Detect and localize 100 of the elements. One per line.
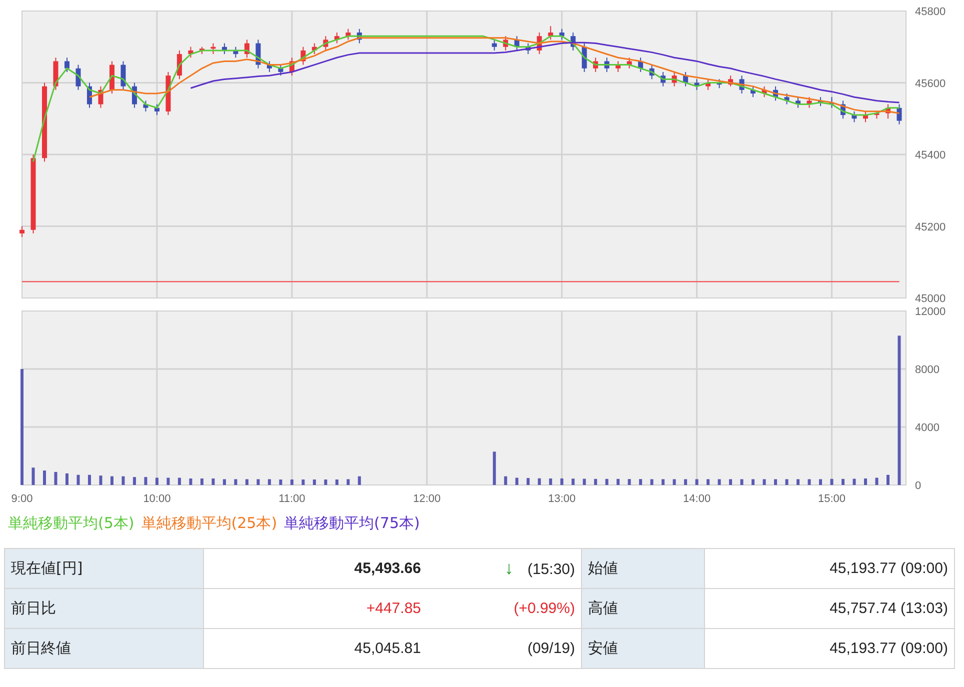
axis-label: 9:00: [11, 493, 33, 505]
candlestick: [536, 32, 542, 55]
candlestick: [683, 72, 688, 87]
axis-label: 12:00: [413, 493, 441, 505]
volume-bar: [718, 479, 721, 485]
volume-bar: [819, 479, 822, 485]
price-value: +447.85: [366, 600, 421, 617]
candlestick: [796, 96, 801, 108]
candlestick: [514, 36, 520, 51]
candlestick: [728, 75, 734, 87]
candlestick: [76, 64, 81, 90]
candlestick: [750, 86, 756, 98]
volume-bar: [864, 478, 867, 485]
volume-bar: [88, 474, 91, 485]
volume-bar: [212, 478, 215, 485]
volume-bar: [358, 476, 361, 485]
candlestick: [582, 42, 587, 72]
candlestick: [356, 28, 362, 44]
candlestick: [773, 86, 778, 102]
volume-bar: [234, 479, 238, 485]
volume-bar: [695, 479, 698, 485]
row-label: 安値: [588, 639, 618, 657]
axis-label: 45800: [915, 6, 946, 18]
candlestick: [604, 57, 610, 72]
candlestick: [638, 57, 644, 72]
volume-bar: [178, 478, 181, 485]
volume-bar: [312, 480, 316, 485]
candlestick: [806, 96, 812, 108]
candlestick: [244, 39, 250, 58]
legend-label: 単純移動平均(25本): [141, 514, 278, 534]
volume-bar: [324, 480, 328, 485]
candlestick: [526, 42, 531, 55]
candlestick: [233, 46, 238, 58]
candlestick: [706, 78, 711, 90]
candlestick: [346, 28, 351, 40]
row-label: 始値: [588, 559, 618, 577]
axis-label: 14:00: [683, 493, 711, 505]
axis-label: 13:00: [548, 493, 576, 505]
candlestick: [334, 32, 340, 44]
row-label: 高値: [588, 599, 618, 617]
volume-bar: [515, 478, 518, 485]
price-value: 45,757.74 (13:03): [830, 600, 948, 617]
volume-bar: [706, 479, 710, 485]
volume-bar: [526, 478, 530, 485]
candlestick: [20, 226, 24, 238]
volume-bar: [302, 480, 305, 485]
candlestick: [694, 78, 700, 90]
volume-bar: [132, 477, 136, 485]
volume-bar: [65, 473, 68, 485]
candlestick: [109, 60, 114, 94]
volume-bar: [886, 474, 890, 485]
candlestick: [503, 36, 508, 51]
volume-bar: [538, 478, 541, 485]
volume-bar: [662, 479, 665, 485]
axis-label: 45600: [915, 78, 946, 90]
volume-bar: [200, 478, 204, 485]
volume-bar: [189, 478, 192, 485]
volume-bar: [672, 479, 676, 485]
axis-label: 15:00: [818, 493, 846, 505]
candlestick: [289, 57, 294, 76]
candlestick: [874, 110, 880, 120]
candlestick: [278, 64, 284, 76]
trend-arrow: ↓: [504, 558, 514, 578]
volume-bar: [650, 479, 654, 485]
volume-bar: [684, 479, 688, 485]
volume-bar: [166, 478, 170, 485]
candlestick: [199, 46, 204, 55]
candlestick: [829, 96, 834, 108]
axis-label: 45200: [915, 221, 946, 234]
volume-bar: [256, 479, 260, 485]
volume-bar: [346, 479, 350, 485]
candlestick: [886, 104, 890, 120]
volume-bar: [222, 479, 226, 485]
price-value: 45,193.77 (09:00): [830, 560, 948, 577]
candlestick: [312, 42, 317, 55]
volume-bar: [43, 470, 46, 485]
volume-bar: [852, 478, 856, 485]
candlestick: [53, 57, 58, 90]
candlestick: [626, 57, 632, 69]
volume-bar: [808, 479, 811, 485]
volume-bar: [875, 478, 878, 485]
volume-bar: [492, 452, 496, 485]
candlestick: [762, 86, 767, 98]
row-label: 前日比: [11, 599, 56, 617]
volume-bar: [605, 478, 608, 485]
candlestick: [98, 86, 104, 108]
volume-bar: [740, 479, 744, 485]
volume-bar: [774, 479, 778, 485]
candlestick: [840, 100, 846, 120]
candlestick: [492, 39, 497, 51]
volume-bar: [560, 478, 564, 485]
volume-bar: [122, 476, 125, 485]
candlestick: [166, 72, 171, 116]
volume-bar: [76, 474, 80, 485]
volume-bar: [335, 480, 338, 485]
candlestick: [852, 110, 857, 123]
volume-bar: [616, 478, 620, 485]
candlestick: [188, 46, 194, 58]
candlestick: [256, 39, 261, 69]
volume-bar: [752, 479, 755, 485]
